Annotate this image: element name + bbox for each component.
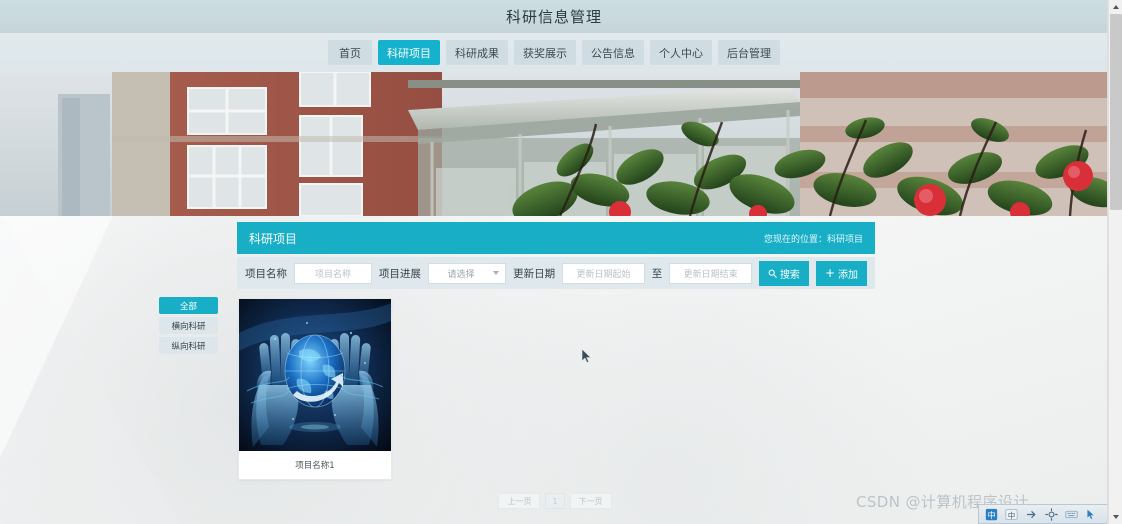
ime-chinese-icon[interactable]: 中 bbox=[1005, 508, 1018, 521]
arrow-right-icon[interactable] bbox=[1025, 508, 1038, 521]
category-label: 全部 bbox=[179, 301, 197, 312]
os-taskbar: 中 中 bbox=[978, 504, 1122, 524]
update-date-label: 更新日期 bbox=[513, 267, 556, 280]
browser-page: 科研信息管理 首页 科研项目 科研成果 获奖展示 公告信息 个人中心 后台管理 bbox=[0, 0, 1122, 524]
date-end-input[interactable]: 更新日期结束 bbox=[669, 262, 752, 284]
svg-text:中: 中 bbox=[1008, 510, 1015, 519]
nav-item-awards[interactable]: 获奖展示 bbox=[514, 40, 576, 65]
date-start-input[interactable]: 更新日期起始 bbox=[562, 262, 645, 284]
nav-item-achievements[interactable]: 科研成果 bbox=[446, 40, 508, 65]
breadcrumb: 您现在的位置：科研项目 bbox=[763, 234, 863, 245]
nav-label: 获奖展示 bbox=[523, 46, 567, 60]
pagination-prev[interactable]: 上一页 bbox=[498, 493, 541, 509]
nav-item-personal-center[interactable]: 个人中心 bbox=[650, 40, 712, 65]
nav-item-projects[interactable]: 科研项目 bbox=[378, 40, 440, 65]
project-name-input[interactable]: 项目名称 bbox=[294, 262, 372, 284]
keyboard-icon[interactable] bbox=[1065, 508, 1078, 521]
select-value: 请选择 bbox=[447, 269, 475, 280]
nav-label: 后台管理 bbox=[727, 46, 771, 60]
triangle-up-icon bbox=[1113, 5, 1119, 9]
add-label: 添加 bbox=[838, 269, 858, 281]
nav-item-announcements[interactable]: 公告信息 bbox=[582, 40, 644, 65]
nav-label: 个人中心 bbox=[659, 46, 703, 60]
scroll-down-button[interactable] bbox=[1109, 510, 1122, 524]
globe-hands-illustration bbox=[239, 299, 391, 451]
site-header: 科研信息管理 bbox=[0, 0, 1108, 33]
app-icon-blue[interactable]: 中 bbox=[985, 508, 998, 521]
triangle-down-icon bbox=[1113, 515, 1119, 519]
nav-label: 首页 bbox=[339, 46, 361, 60]
filter-bar: 项目名称 项目名称 项目进展 请选择 更新日期 更新日期起始 至 更新日期结束 … bbox=[237, 257, 875, 289]
search-label: 搜索 bbox=[779, 269, 800, 281]
project-progress-select[interactable]: 请选择 bbox=[427, 262, 507, 284]
category-item-horizontal[interactable]: 横向科研 bbox=[159, 317, 218, 334]
chevron-down-icon bbox=[493, 271, 500, 275]
category-list: 全部 横向科研 纵向科研 bbox=[159, 297, 218, 354]
scrollbar-thumb[interactable] bbox=[1110, 14, 1122, 210]
nav-item-home[interactable]: 首页 bbox=[328, 40, 372, 65]
main-navigation: 首页 科研项目 科研成果 获奖展示 公告信息 个人中心 后台管理 bbox=[0, 33, 1108, 72]
nav-label: 科研成果 bbox=[455, 46, 499, 60]
search-icon bbox=[768, 269, 777, 278]
page-title: 科研信息管理 bbox=[505, 8, 602, 26]
nav-item-admin[interactable]: 后台管理 bbox=[718, 40, 780, 65]
panel-title: 科研项目 bbox=[249, 231, 298, 246]
category-label: 横向科研 bbox=[171, 321, 206, 332]
category-item-vertical[interactable]: 纵向科研 bbox=[159, 337, 218, 354]
pagination-next[interactable]: 下一页 bbox=[569, 493, 612, 509]
project-thumbnail bbox=[239, 299, 391, 451]
category-item-all[interactable]: 全部 bbox=[159, 297, 218, 314]
pagination-page-1[interactable]: 1 bbox=[545, 493, 565, 509]
project-progress-label: 项目进展 bbox=[378, 267, 421, 280]
settings-icon[interactable] bbox=[1045, 507, 1058, 521]
project-card[interactable]: 项目名称1 bbox=[238, 298, 392, 480]
nav-label: 公告信息 bbox=[591, 46, 635, 60]
scroll-up-button[interactable] bbox=[1109, 0, 1122, 14]
project-card-title: 项目名称1 bbox=[295, 461, 335, 471]
nav-label: 科研项目 bbox=[387, 46, 431, 60]
plus-icon: + bbox=[824, 266, 835, 280]
vertical-scrollbar[interactable] bbox=[1108, 0, 1122, 524]
project-name-label: 项目名称 bbox=[245, 267, 287, 280]
project-panel: 科研项目 您现在的位置：科研项目 项目名称 项目名称 项目进展 请选择 更新日期… bbox=[237, 222, 875, 289]
date-separator: 至 bbox=[651, 267, 663, 280]
search-button[interactable]: 搜索 bbox=[758, 260, 809, 286]
category-label: 纵向科研 bbox=[171, 341, 206, 352]
cursor-tool-icon[interactable] bbox=[1085, 508, 1098, 521]
banner-illustration bbox=[0, 72, 1110, 216]
banner-image bbox=[0, 72, 1110, 216]
svg-text:中: 中 bbox=[987, 509, 995, 519]
add-button[interactable]: + 添加 bbox=[815, 260, 867, 286]
panel-header: 科研项目 您现在的位置：科研项目 bbox=[237, 222, 875, 254]
